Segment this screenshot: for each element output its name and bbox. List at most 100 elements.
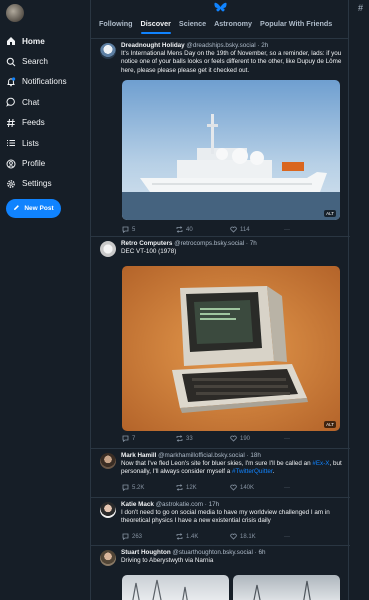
nav-feeds[interactable]: Feeds: [5, 113, 67, 133]
like-count: 190: [240, 435, 251, 442]
main-nav: Home Search Notifications Chat Feeds Lis…: [5, 31, 67, 194]
repost-icon: [176, 226, 183, 233]
home-icon: [5, 36, 16, 47]
repost-button[interactable]: 12K: [176, 484, 230, 491]
author-avatar[interactable]: [100, 550, 116, 566]
nav-notifications-label: Notifications: [22, 77, 67, 87]
post-header: Retro Computers @retrocomps.bsky.social …: [121, 240, 343, 247]
more-button[interactable]: ···: [284, 435, 338, 442]
tab-astronomy[interactable]: Astronomy: [214, 19, 252, 34]
repost-icon: [176, 533, 183, 540]
ship-photo: [122, 80, 340, 220]
author-avatar[interactable]: [100, 43, 116, 59]
post-item[interactable]: Katie Mack @astrokatie.com · 17h I don't…: [91, 498, 350, 546]
nav-lists-label: Lists: [22, 138, 39, 148]
main-feed: Following Discover Science Astronomy Pop…: [90, 0, 350, 600]
post-actions: 7 33 190 ···: [122, 435, 338, 442]
repost-button[interactable]: 40: [176, 226, 230, 233]
author-handle[interactable]: @astrokatie.com: [156, 501, 203, 508]
bell-icon: [5, 76, 16, 87]
reply-button[interactable]: 7: [122, 435, 176, 442]
nav-lists[interactable]: Lists: [5, 133, 67, 153]
more-button[interactable]: ···: [284, 226, 338, 233]
reply-button[interactable]: 5.2K: [122, 484, 176, 491]
compose-icon: [13, 204, 20, 213]
post-text: It's International Mens Day on the 19th …: [121, 50, 342, 74]
feed-header: Following Discover Science Astronomy Pop…: [91, 0, 348, 39]
author-avatar[interactable]: [100, 241, 116, 257]
reply-button[interactable]: 263: [122, 533, 176, 540]
current-user-avatar[interactable]: [6, 4, 24, 22]
tab-following[interactable]: Following: [99, 19, 133, 34]
like-count: 18.1K: [240, 533, 256, 540]
post-item[interactable]: Stuart Houghton @stuarthoughton.bsky.soc…: [91, 546, 350, 600]
snow-photo: [253, 580, 311, 600]
reply-icon: [122, 226, 129, 233]
alt-badge[interactable]: ALT: [324, 210, 336, 217]
author-handle[interactable]: @markhamillofficial.bsky.social: [158, 452, 245, 459]
author-handle[interactable]: @retrocomps.bsky.social: [174, 240, 244, 247]
author-name[interactable]: Retro Computers: [121, 240, 172, 247]
post-time: · 6h: [254, 549, 266, 556]
repost-count: 40: [186, 226, 193, 233]
nav-search[interactable]: Search: [5, 51, 67, 71]
nav-search-label: Search: [22, 57, 48, 67]
reply-icon: [122, 435, 129, 442]
nav-profile-label: Profile: [22, 159, 46, 169]
alt-badge[interactable]: ALT: [324, 421, 336, 428]
post-image-snow-1[interactable]: [122, 575, 229, 600]
repost-button[interactable]: 1.4K: [176, 533, 230, 540]
nav-notifications[interactable]: Notifications: [5, 72, 67, 92]
more-button[interactable]: ···: [284, 484, 338, 491]
author-name[interactable]: Katie Mack: [121, 501, 154, 508]
nav-settings[interactable]: Settings: [5, 174, 67, 194]
nav-chat[interactable]: Chat: [5, 92, 67, 112]
post-header: Stuart Houghton @stuarthoughton.bsky.soc…: [121, 549, 343, 556]
like-button[interactable]: 190: [230, 435, 284, 442]
tab-science[interactable]: Science: [179, 19, 206, 34]
butterfly-logo-icon[interactable]: [214, 2, 227, 13]
more-button[interactable]: ···: [284, 533, 338, 540]
post-body: Dreadnought Holiday @dreadships.bsky.soc…: [121, 42, 343, 75]
post-time: · 2h: [257, 42, 269, 49]
nav-home[interactable]: Home: [5, 31, 67, 51]
author-handle[interactable]: @dreadships.bsky.social: [186, 42, 255, 49]
feed-tabs: Following Discover Science Astronomy Pop…: [99, 19, 340, 34]
reply-count: 5.2K: [132, 484, 145, 491]
tab-discover[interactable]: Discover: [140, 19, 172, 34]
nav-settings-label: Settings: [22, 179, 52, 189]
like-count: 114: [240, 226, 250, 233]
author-name[interactable]: Dreadnought Holiday: [121, 42, 185, 49]
reply-icon: [122, 484, 129, 491]
nav-profile[interactable]: Profile: [5, 153, 67, 173]
new-post-button[interactable]: New Post: [6, 199, 61, 218]
list-icon: [5, 138, 16, 149]
author-name[interactable]: Mark Hamill: [121, 452, 156, 459]
hashtag-link[interactable]: #TwitterQuitter: [232, 468, 273, 475]
post-time: · 18h: [246, 452, 261, 459]
hashtag-link[interactable]: #Ex-X: [312, 460, 329, 467]
heart-icon: [230, 226, 237, 233]
sidebar: Home Search Notifications Chat Feeds Lis…: [0, 0, 90, 600]
like-button[interactable]: 18.1K: [230, 533, 284, 540]
post-item[interactable]: Dreadnought Holiday @dreadships.bsky.soc…: [91, 39, 350, 237]
post-image-vt100[interactable]: ALT: [122, 266, 340, 431]
post-item[interactable]: Retro Computers @retrocomps.bsky.social …: [91, 237, 350, 449]
tab-popular-with-friends[interactable]: Popular With Friends: [260, 19, 332, 34]
author-name[interactable]: Stuart Houghton: [121, 549, 171, 556]
heart-icon: [230, 484, 237, 491]
author-avatar[interactable]: [100, 453, 116, 469]
nav-chat-label: Chat: [22, 97, 40, 107]
reply-button[interactable]: 5: [122, 226, 176, 233]
like-button[interactable]: 140K: [230, 484, 284, 491]
like-button[interactable]: 114: [230, 226, 284, 233]
feed-settings-hash-icon[interactable]: #: [358, 3, 363, 13]
repost-button[interactable]: 33: [176, 435, 230, 442]
post-header: Dreadnought Holiday @dreadships.bsky.soc…: [121, 42, 343, 49]
author-avatar[interactable]: [100, 502, 116, 518]
post-image-snow-2[interactable]: [233, 575, 340, 600]
author-handle[interactable]: @stuarthoughton.bsky.social: [172, 549, 252, 556]
post-image-ship[interactable]: ALT: [122, 80, 340, 220]
post-header: Mark Hamill @markhamillofficial.bsky.soc…: [121, 452, 343, 459]
post-item[interactable]: Mark Hamill @markhamillofficial.bsky.soc…: [91, 449, 350, 498]
